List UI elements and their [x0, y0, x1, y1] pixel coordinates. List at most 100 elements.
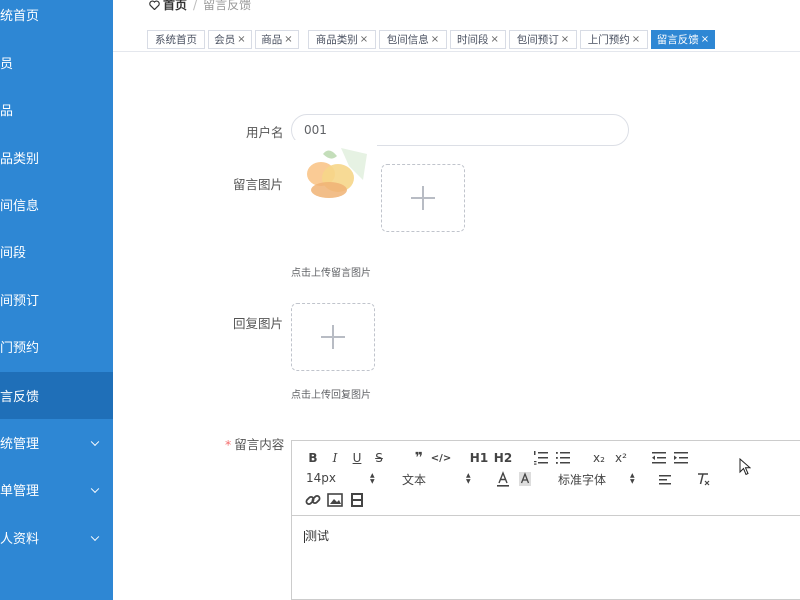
align-icon[interactable] [656, 470, 674, 488]
editor-toolbar: B I U S ❞ </> H1 H2 x₂ x² 14px ▲ ▼ 文本 ▲ ▼ … [292, 441, 800, 516]
heart-icon [149, 0, 160, 10]
underline-button[interactable]: U [348, 449, 366, 467]
tab-label: 时间段 [457, 34, 489, 46]
tab-feedback[interactable]: 留言反馈 × [651, 30, 715, 49]
tab-label: 包间预订 [516, 34, 559, 46]
close-icon[interactable]: × [632, 34, 640, 45]
close-icon[interactable]: × [284, 34, 292, 45]
close-icon[interactable]: × [360, 34, 368, 45]
tab-product-categories[interactable]: 商品类别 × [308, 30, 376, 49]
sidebar-item-room-booking[interactable]: 间预订 [0, 276, 113, 323]
breadcrumb-home-label: 首页 [163, 0, 188, 12]
sidebar-item-home-visit[interactable]: 门预约 [0, 323, 113, 370]
mouse-pointer-icon [739, 458, 751, 476]
plus-icon [411, 186, 435, 210]
editor-content[interactable]: 测试 [304, 527, 329, 544]
code-block-button[interactable]: </> [431, 449, 451, 467]
message-image-thumbnail[interactable] [293, 140, 377, 224]
breadcrumb-separator: / [193, 0, 198, 12]
rich-text-editor: B I U S ❞ </> H1 H2 x₂ x² 14px ▲ ▼ 文本 ▲ ▼ … [291, 440, 800, 600]
sidebar-item-label: 员 [0, 57, 14, 72]
clear-format-icon[interactable] [694, 470, 712, 488]
chevron-updown-icon: ▲ ▼ [370, 472, 375, 485]
close-icon[interactable]: × [561, 34, 569, 45]
tab-products[interactable]: 商品 × [255, 30, 299, 49]
close-icon[interactable]: × [491, 34, 499, 45]
bold-button[interactable]: B [304, 449, 322, 467]
breadcrumb: 首页 / 留言反馈 [149, 0, 251, 13]
sidebar-item-profile[interactable]: 人资料 [0, 514, 113, 561]
font-size-select[interactable]: 14px [306, 471, 336, 485]
tab-label: 会员 [214, 34, 236, 46]
superscript-button[interactable]: x² [612, 449, 630, 467]
chevron-updown-icon: ▲ ▼ [466, 472, 471, 485]
chevron-down-icon [90, 437, 100, 446]
username-label: 用户名 [246, 125, 284, 140]
tab-label: 商品 [261, 34, 283, 46]
reply-image-uploader[interactable] [291, 303, 375, 371]
chevron-updown-icon: ▲ ▼ [630, 472, 635, 485]
strike-button[interactable]: S [370, 449, 388, 467]
subscript-button[interactable]: x₂ [590, 449, 608, 467]
sidebar-item-system-management[interactable]: 统管理 [0, 419, 113, 466]
sidebar-item-label: 单管理 [0, 484, 40, 499]
sidebar-item-order-management[interactable]: 单管理 [0, 466, 113, 513]
tab-room-info[interactable]: 包间信息 × [379, 30, 447, 49]
close-icon[interactable]: × [701, 34, 709, 45]
sidebar-item-time-slots[interactable]: 间段 [0, 228, 113, 275]
outdent-icon[interactable] [650, 449, 668, 467]
main-content: 用户名 001 留言图片 点击上传留言图片 回复图片 点击上传回复图片 * 留言内… [113, 52, 800, 600]
tab-home-visit[interactable]: 上门预约 × [580, 30, 648, 49]
font-family-select[interactable]: 标准字体 [558, 471, 606, 488]
breadcrumb-current: 留言反馈 [203, 0, 252, 12]
required-mark: * [225, 437, 232, 452]
bullet-list-icon[interactable] [554, 449, 572, 467]
editor-content-text: 测试 [305, 529, 330, 543]
sidebar-item-label: 品 [0, 104, 14, 119]
tab-label: 商品类别 [315, 34, 358, 46]
header2-button[interactable]: H2 [492, 449, 514, 467]
blockquote-button[interactable]: ❞ [410, 449, 428, 467]
image-icon[interactable] [326, 491, 344, 509]
tab-label: 系统首页 [155, 34, 197, 46]
tab-time-slots[interactable]: 时间段 × [450, 30, 506, 49]
content-label: 留言内容 [234, 437, 285, 452]
link-icon[interactable] [304, 491, 322, 509]
video-icon[interactable] [348, 491, 366, 509]
chevron-down-icon [90, 484, 100, 493]
tab-dashboard[interactable]: 系统首页 [147, 30, 205, 49]
chevron-down-icon [90, 532, 100, 541]
breadcrumb-home[interactable]: 首页 [149, 0, 187, 13]
tab-members[interactable]: 会员 × [208, 30, 252, 49]
content-label-wrap: * 留言内容 [225, 434, 284, 453]
indent-icon[interactable] [672, 449, 690, 467]
reply-image-label: 回复图片 [233, 316, 284, 331]
tab-label: 上门预约 [587, 34, 630, 46]
ordered-list-icon[interactable] [532, 449, 550, 467]
close-icon[interactable]: × [431, 34, 439, 45]
top-header: 首页 / 留言反馈 [113, 0, 800, 28]
sidebar-item-label: 言反馈 [0, 390, 40, 405]
background-color-icon[interactable] [516, 470, 534, 488]
tab-label: 留言反馈 [656, 34, 699, 46]
sidebar-item-members[interactable]: 员 [0, 39, 113, 86]
sidebar-item-product-categories[interactable]: 品类别 [0, 134, 113, 181]
italic-button[interactable]: I [326, 449, 344, 467]
sidebar-item-dashboard[interactable]: 统首页 [0, 0, 113, 38]
sidebar-item-label: 门预约 [0, 341, 40, 356]
header1-button[interactable]: H1 [468, 449, 490, 467]
message-image-hint: 点击上传留言图片 [291, 268, 371, 279]
tabs-bar: 系统首页 会员 × 商品 × 商品类别 × 包间信息 × 时间段 × 包间预订 × 上门预约… [113, 28, 800, 52]
font-color-icon[interactable] [494, 470, 512, 488]
text-type-select[interactable]: 文本 [402, 471, 426, 488]
plus-icon [321, 325, 345, 349]
sidebar-item-label: 统管理 [0, 437, 40, 452]
sidebar-item-feedback[interactable]: 言反馈 [0, 372, 113, 419]
message-image-uploader[interactable] [381, 164, 465, 232]
sidebar-item-products[interactable]: 品 [0, 86, 113, 133]
close-icon[interactable]: × [237, 34, 245, 45]
sidebar-item-room-info[interactable]: 间信息 [0, 181, 113, 228]
sidebar-item-label: 人资料 [0, 532, 40, 547]
tab-room-booking[interactable]: 包间预订 × [509, 30, 577, 49]
message-image-label: 留言图片 [233, 177, 284, 192]
